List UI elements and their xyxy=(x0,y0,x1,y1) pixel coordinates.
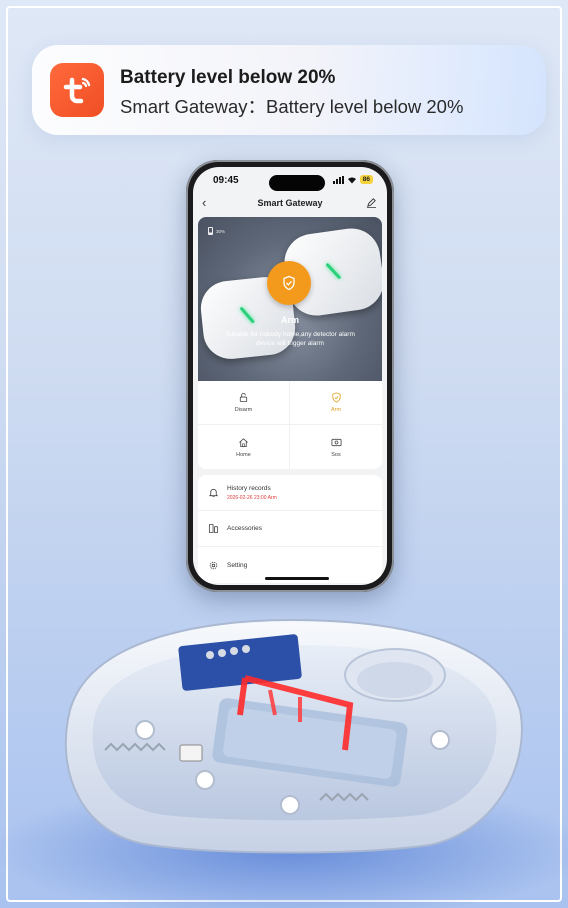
mode-disarm[interactable]: Disarm xyxy=(198,381,290,425)
list-item-accessories[interactable]: Accessories xyxy=(198,511,382,547)
app-header: ‹ Smart Gateway xyxy=(193,193,387,215)
gateway-hardware-image xyxy=(0,618,568,908)
home-indicator xyxy=(265,577,329,580)
notification-title: Battery level below 20% xyxy=(120,67,336,88)
wifi-icon xyxy=(347,176,356,183)
list-item-label: Accessories xyxy=(227,525,263,532)
push-notification[interactable]: Battery level below 20% Smart Gateway：Ba… xyxy=(32,45,546,135)
pencil-icon[interactable] xyxy=(366,197,377,208)
shield-check-icon xyxy=(331,392,341,403)
dynamic-island xyxy=(269,175,325,191)
tuya-smart-app-icon xyxy=(50,63,104,117)
mode-home[interactable]: Home xyxy=(198,425,290,469)
battery-compartment xyxy=(344,648,446,702)
mode-label: Disarm xyxy=(234,407,253,413)
home-icon xyxy=(239,437,248,447)
device-led xyxy=(325,262,342,280)
current-mode-title: Arm xyxy=(280,315,299,325)
last-record-timestamp: 2026-02-26 23:00 Arm xyxy=(227,494,277,501)
smartphone: 09:45 86 ‹ Smart Gateway 30% Arm Suitabl… xyxy=(186,160,394,592)
device-battery: 30% xyxy=(208,227,225,235)
list-item-label: History records xyxy=(227,484,271,492)
sos-icon xyxy=(331,438,341,446)
phone-screen: 09:45 86 ‹ Smart Gateway 30% Arm Suitabl… xyxy=(193,167,387,585)
settings-list: History records 2026-02-26 23:00 Arm Acc… xyxy=(198,475,382,583)
mode-arm[interactable]: Arm xyxy=(290,381,382,425)
accessories-icon xyxy=(208,523,219,534)
mode-label: Arm xyxy=(330,407,342,413)
gear-icon xyxy=(209,561,218,569)
arm-mode-button[interactable] xyxy=(267,261,311,305)
battery-level-icon xyxy=(208,227,213,235)
mode-label: Home xyxy=(236,451,251,458)
notification-body: Smart Gateway：Battery level below 20% xyxy=(120,96,464,117)
battery-icon: 86 xyxy=(359,175,373,184)
mode-label: Sos xyxy=(331,451,341,458)
list-item-history-records[interactable]: History records 2026-02-26 23:00 Arm xyxy=(198,475,382,511)
arm-status-panel: 30% Arm Suitable for nobody home,any det… xyxy=(198,217,382,381)
mode-selector: Disarm Arm Home Sos xyxy=(198,381,382,469)
signal-icon xyxy=(332,175,344,184)
list-item-label: Setting xyxy=(227,561,248,569)
shield-check-icon xyxy=(283,275,295,291)
status-icons: 86 xyxy=(332,175,373,184)
unlock-icon xyxy=(239,392,248,403)
page-title: Smart Gateway xyxy=(257,198,323,208)
device-battery-label: 30% xyxy=(216,228,226,234)
status-time: 09:45 xyxy=(213,175,239,186)
usb-port xyxy=(179,744,203,762)
bell-icon xyxy=(208,488,219,498)
current-mode-description: Suitable for nobody home,any detector al… xyxy=(225,331,355,347)
mode-sos[interactable]: Sos xyxy=(290,425,382,469)
